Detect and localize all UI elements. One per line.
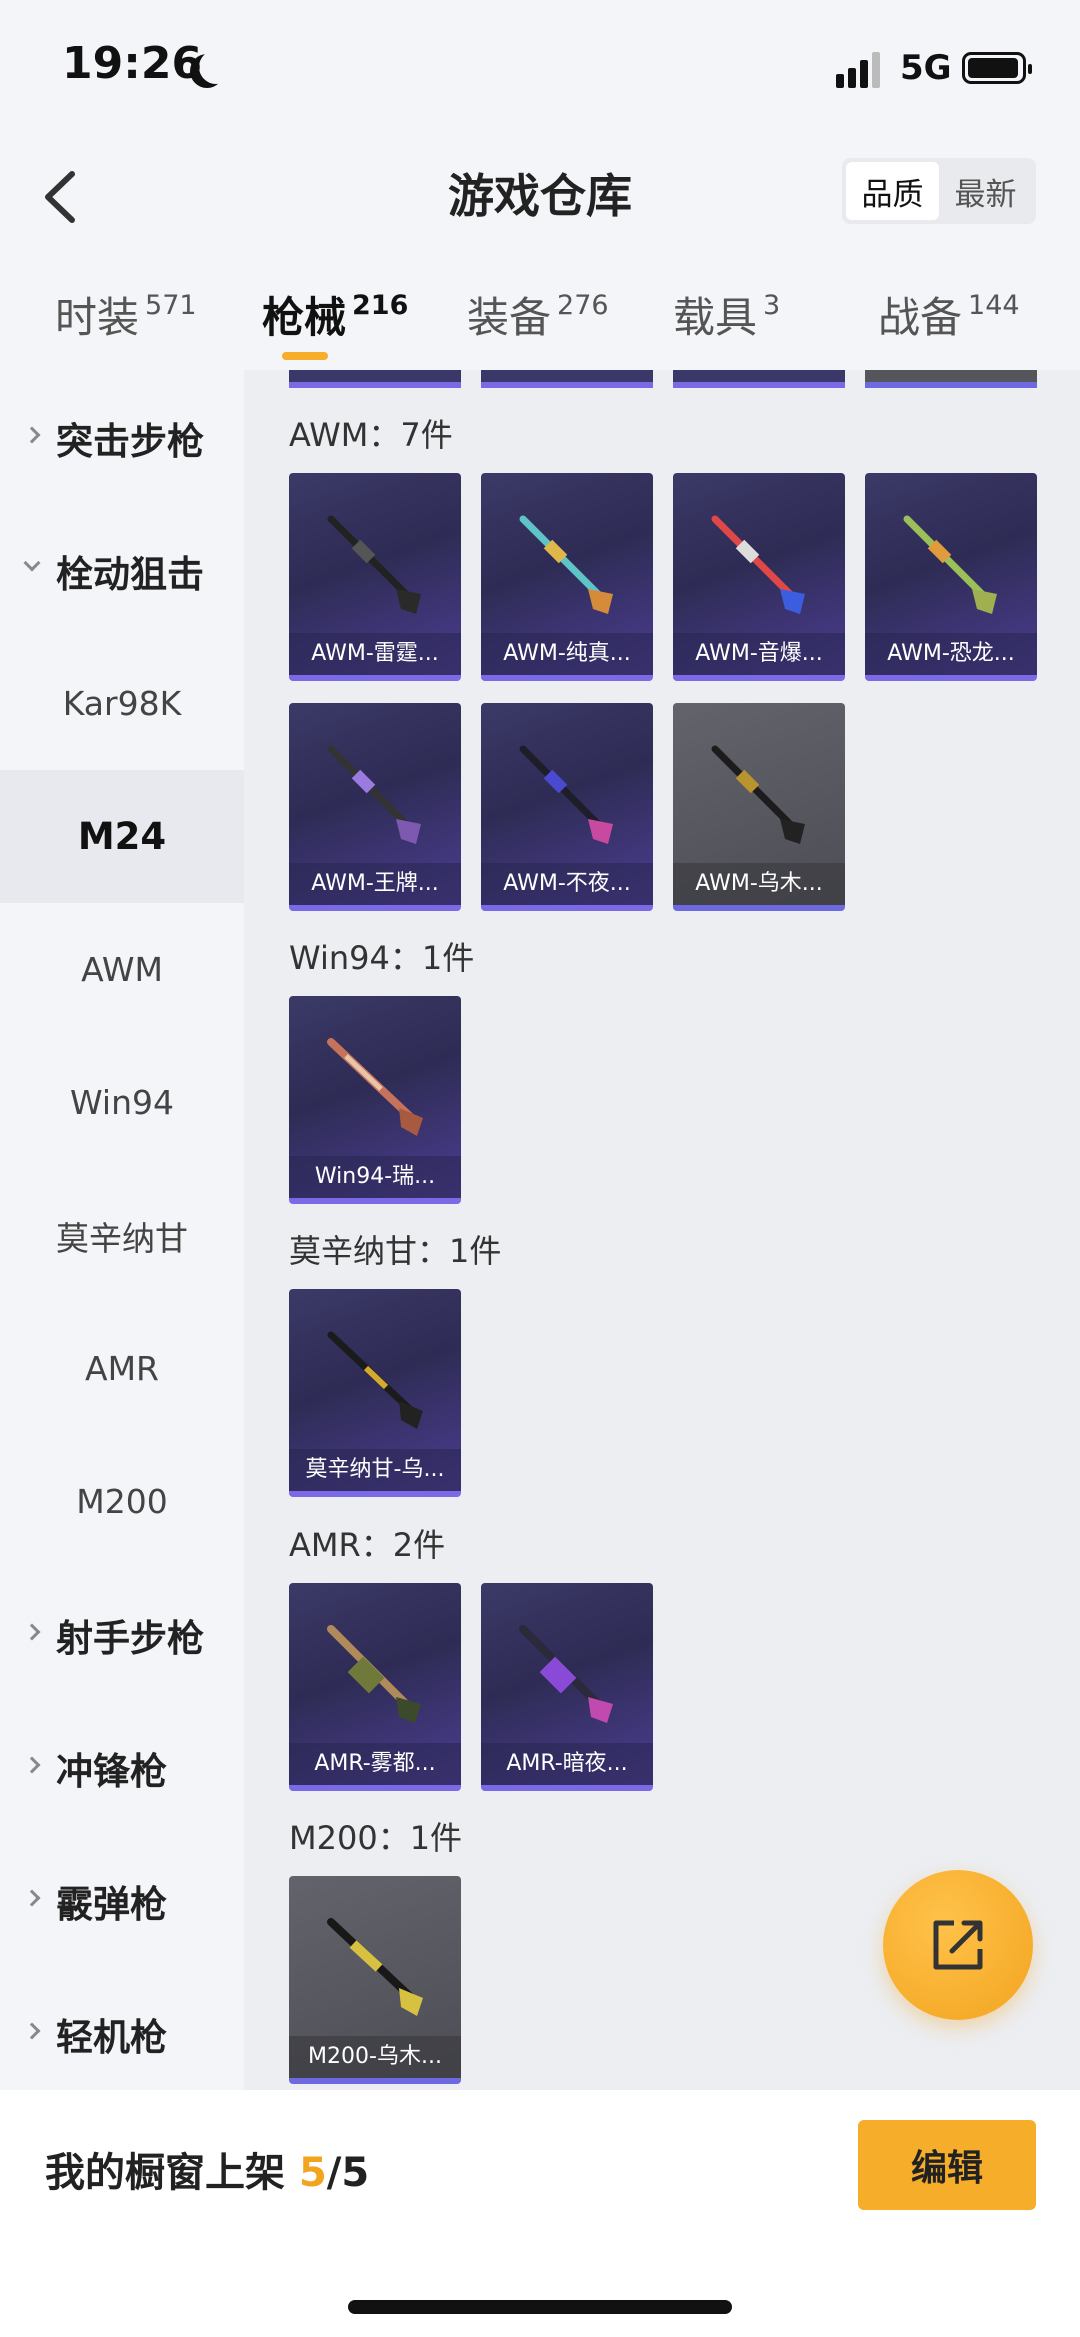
item-card[interactable]: 莫辛纳甘-乌... [289, 1289, 461, 1497]
item-card[interactable]: AWM-恐龙... [865, 473, 1037, 681]
partial-card[interactable] [481, 370, 653, 388]
item-card-label: AWM-雷霆... [289, 633, 461, 675]
item-card-label: AWM-恐龙... [865, 633, 1037, 675]
item-card-label: M200-乌木... [289, 2036, 461, 2078]
sort-newest-button[interactable]: 最新 [939, 162, 1032, 220]
tab-vehicles[interactable]: 载具 3 [673, 284, 780, 345]
item-card[interactable]: AWM-王牌... [289, 703, 461, 911]
header: 游戏仓库 品质 最新 [0, 140, 1080, 250]
sidebar-item-amr[interactable]: AMR [0, 1302, 244, 1435]
sidebar-group-shotgun[interactable]: 霰弹枪 [0, 1834, 244, 1967]
item-card-label: AWM-音爆... [673, 633, 845, 675]
item-card[interactable]: AWM-纯真... [481, 473, 653, 681]
item-card-label: AMR-雾都... [289, 1743, 461, 1785]
tab-guns[interactable]: 枪械 216 [262, 284, 408, 345]
partial-card[interactable] [289, 370, 461, 388]
sniper-rifle-icon [327, 1625, 421, 1723]
tab-equipment[interactable]: 装备 276 [467, 284, 609, 345]
rifle-icon [327, 1038, 423, 1136]
status-bar: 19:26 5G [0, 0, 1080, 140]
partial-card[interactable] [673, 370, 845, 388]
sort-quality-button[interactable]: 品质 [846, 162, 939, 220]
sniper-rifle-icon [903, 515, 997, 614]
chevron-down-icon [23, 554, 41, 572]
category-tabs: 时装 571 枪械 216 装备 276 载具 3 战备 144 [0, 270, 1080, 370]
tab-fashion[interactable]: 时装 571 [55, 284, 197, 345]
item-card-label: 莫辛纳甘-乌... [289, 1449, 461, 1491]
share-button[interactable] [883, 1870, 1033, 2020]
sidebar-item-kar98k[interactable]: Kar98K [0, 637, 244, 770]
item-card-label: AWM-乌木... [673, 863, 845, 905]
item-card-label: AWM-纯真... [481, 633, 653, 675]
tab-supplies[interactable]: 战备 144 [878, 284, 1020, 345]
sniper-rifle-icon [711, 745, 805, 844]
sidebar-item-mosin[interactable]: 莫辛纳甘 [0, 1169, 244, 1302]
sniper-rifle-icon [327, 1918, 423, 2016]
home-indicator[interactable] [348, 2300, 732, 2314]
chevron-right-icon [23, 426, 41, 444]
sniper-rifle-icon [327, 745, 421, 844]
sidebar-item-m24[interactable]: M24 [0, 770, 244, 903]
sidebar-group-assault-rifles[interactable]: 突击步枪 [0, 371, 244, 504]
sidebar: 突击步枪 栓动狙击 Kar98K M24 AWM Win94 莫辛纳甘 AMR … [0, 370, 244, 2090]
chevron-right-icon [23, 1889, 41, 1907]
item-card[interactable]: AWM-音爆... [673, 473, 845, 681]
bottom-bar: 我的橱窗上架 5/5 编辑 [0, 2090, 1080, 2337]
item-card-label: AWM-不夜... [481, 863, 653, 905]
showcase-count: 5 [298, 2150, 327, 2196]
signal-icon [836, 52, 880, 88]
battery-icon [962, 52, 1032, 84]
section-title-m200: M200：1件 [289, 1819, 463, 1857]
section-title-awm: AWM：7件 [289, 416, 453, 454]
network-label: 5G [900, 48, 952, 88]
item-grid: AWM：7件 AWM-雷霆... AWM-纯真... AWM-音爆... AWM… [244, 370, 1080, 2090]
sniper-rifle-icon [519, 515, 613, 614]
partial-card[interactable] [865, 370, 1037, 388]
item-card[interactable]: AMR-雾都... [289, 1583, 461, 1791]
sniper-rifle-icon [711, 515, 805, 614]
sniper-rifle-icon [327, 515, 421, 614]
item-card[interactable]: AWM-不夜... [481, 703, 653, 911]
item-card-label: AMR-暗夜... [481, 1743, 653, 1785]
section-title-mosin: 莫辛纳甘：1件 [289, 1232, 502, 1270]
sniper-rifle-icon [519, 1625, 613, 1723]
showcase-status: 我的橱窗上架 5/5 [45, 2140, 369, 2198]
sidebar-group-smg[interactable]: 冲锋枪 [0, 1701, 244, 1834]
chevron-right-icon [23, 1623, 41, 1641]
sidebar-group-dmr[interactable]: 射手步枪 [0, 1568, 244, 1701]
showcase-label: 我的橱窗上架 [45, 2150, 285, 2196]
item-card[interactable]: Win94-瑞... [289, 996, 461, 1204]
section-title-amr: AMR：2件 [289, 1526, 446, 1564]
active-tab-indicator [282, 352, 328, 360]
item-card[interactable]: AWM-雷霆... [289, 473, 461, 681]
chevron-right-icon [23, 1756, 41, 1774]
status-time: 19:26 [62, 38, 203, 89]
sort-toggle: 品质 最新 [842, 158, 1036, 224]
sidebar-item-awm[interactable]: AWM [0, 903, 244, 1036]
chevron-right-icon [23, 2022, 41, 2040]
share-icon [933, 1920, 983, 1970]
sidebar-item-win94[interactable]: Win94 [0, 1036, 244, 1169]
sidebar-group-bolt-snipers[interactable]: 栓动狙击 [0, 504, 244, 637]
sidebar-item-m200[interactable]: M200 [0, 1435, 244, 1568]
moon-icon [199, 50, 233, 84]
showcase-total: /5 [326, 2150, 370, 2196]
item-card-label: Win94-瑞... [289, 1156, 461, 1198]
rifle-icon [327, 1331, 423, 1429]
item-card[interactable]: M200-乌木... [289, 1876, 461, 2084]
sidebar-group-lmg[interactable]: 轻机枪 [0, 1967, 244, 2100]
item-card-label: AWM-王牌... [289, 863, 461, 905]
item-card[interactable]: AMR-暗夜... [481, 1583, 653, 1791]
item-card[interactable]: AWM-乌木... [673, 703, 845, 911]
sniper-rifle-icon [519, 745, 613, 844]
edit-button[interactable]: 编辑 [858, 2120, 1036, 2210]
section-title-win94: Win94：1件 [289, 939, 475, 977]
